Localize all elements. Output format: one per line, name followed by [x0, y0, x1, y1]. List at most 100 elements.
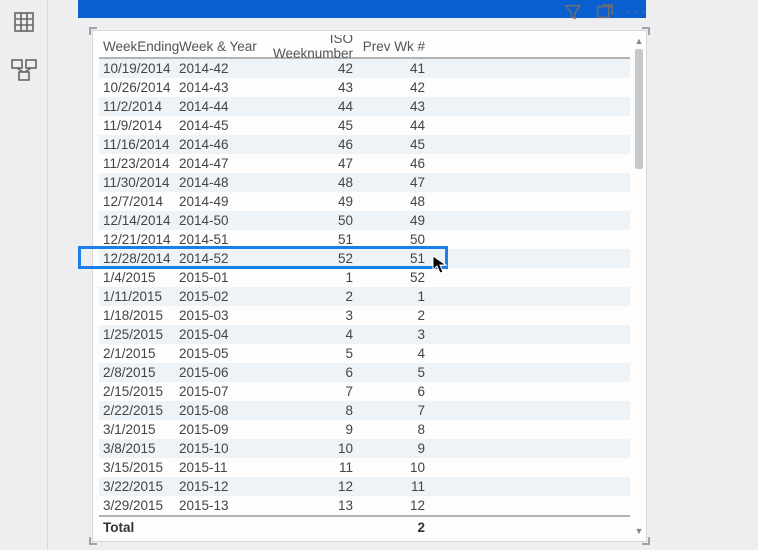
cell-prevwk: 3 [361, 327, 431, 342]
cell-prevwk: 51 [361, 251, 431, 266]
resize-handle-tl[interactable] [89, 27, 97, 35]
table-row[interactable]: 1/11/20152015-0221 [99, 287, 630, 306]
vertical-scrollbar[interactable]: ▲ ▼ [634, 35, 644, 537]
cell-weekyear: 2014-47 [179, 156, 261, 171]
table-row[interactable]: 3/8/20152015-10109 [99, 439, 630, 458]
cell-weekending: 2/1/2015 [99, 346, 179, 361]
cell-prevwk: 12 [361, 498, 431, 513]
cell-weekyear: 2015-10 [179, 441, 261, 456]
model-view-icon[interactable] [10, 56, 38, 84]
cell-weekending: 2/15/2015 [99, 384, 179, 399]
table-row[interactable]: 3/1/20152015-0998 [99, 420, 630, 439]
resize-handle-bl[interactable] [89, 537, 97, 545]
cell-weekyear: 2014-52 [179, 251, 261, 266]
table-total-row: Total 2 [99, 515, 630, 537]
cell-weekyear: 2015-07 [179, 384, 261, 399]
col-header-isoweek[interactable]: ISO Weeknumber [261, 35, 361, 61]
cell-weekending: 3/15/2015 [99, 460, 179, 475]
cell-prevwk: 49 [361, 213, 431, 228]
col-header-weekending[interactable]: WeekEnding [99, 39, 179, 54]
cell-isoweek: 4 [261, 327, 361, 342]
resize-handle-tr[interactable] [642, 27, 650, 35]
cell-weekending: 11/2/2014 [99, 99, 179, 114]
table-row[interactable]: 11/2/20142014-444443 [99, 97, 630, 116]
cell-weekending: 11/9/2014 [99, 118, 179, 133]
cell-prevwk: 41 [361, 61, 431, 76]
table-row[interactable]: 11/9/20142014-454544 [99, 116, 630, 135]
scroll-down-arrow[interactable]: ▼ [634, 525, 644, 537]
cell-isoweek: 1 [261, 270, 361, 285]
cell-isoweek: 8 [261, 403, 361, 418]
cell-isoweek: 2 [261, 289, 361, 304]
cell-weekyear: 2014-43 [179, 80, 261, 95]
cell-prevwk: 7 [361, 403, 431, 418]
table-row[interactable]: 12/7/20142014-494948 [99, 192, 630, 211]
scroll-thumb[interactable] [635, 49, 643, 169]
table-row[interactable]: 1/25/20152015-0443 [99, 325, 630, 344]
cell-prevwk: 2 [361, 308, 431, 323]
table-row[interactable]: 1/4/20152015-01152 [99, 268, 630, 287]
cell-isoweek: 44 [261, 99, 361, 114]
cell-prevwk: 5 [361, 365, 431, 380]
table-row[interactable]: 3/15/20152015-111110 [99, 458, 630, 477]
cell-prevwk: 47 [361, 175, 431, 190]
cell-isoweek: 43 [261, 80, 361, 95]
scroll-up-arrow[interactable]: ▲ [634, 35, 644, 47]
cell-prevwk: 1 [361, 289, 431, 304]
cell-prevwk: 6 [361, 384, 431, 399]
cell-weekyear: 2015-01 [179, 270, 261, 285]
cell-prevwk: 52 [361, 270, 431, 285]
table-row[interactable]: 11/23/20142014-474746 [99, 154, 630, 173]
table-row[interactable]: 1/18/20152015-0332 [99, 306, 630, 325]
cell-weekending: 3/1/2015 [99, 422, 179, 437]
col-header-prevwk[interactable]: Prev Wk # [361, 39, 431, 54]
cell-isoweek: 42 [261, 61, 361, 76]
table-row[interactable]: 2/22/20152015-0887 [99, 401, 630, 420]
table-row[interactable]: 10/19/20142014-424241 [99, 59, 630, 78]
cell-isoweek: 49 [261, 194, 361, 209]
cell-weekyear: 2014-48 [179, 175, 261, 190]
cell-weekyear: 2015-09 [179, 422, 261, 437]
table-header-row[interactable]: WeekEnding Week & Year ISO Weeknumber Pr… [99, 35, 630, 59]
cell-weekyear: 2014-44 [179, 99, 261, 114]
focus-mode-icon[interactable] [594, 1, 616, 23]
resize-handle-br[interactable] [642, 537, 650, 545]
cell-isoweek: 51 [261, 232, 361, 247]
table-row[interactable]: 3/22/20152015-121211 [99, 477, 630, 496]
table-row[interactable]: 2/1/20152015-0554 [99, 344, 630, 363]
table-row[interactable]: 2/8/20152015-0665 [99, 363, 630, 382]
table-row[interactable]: 10/26/20142014-434342 [99, 78, 630, 97]
cell-weekending: 12/28/2014 [99, 251, 179, 266]
col-header-weekyear[interactable]: Week & Year [179, 39, 261, 54]
table-row[interactable]: 3/29/20152015-131312 [99, 496, 630, 515]
cell-weekending: 1/11/2015 [99, 289, 179, 304]
table-row[interactable]: 11/30/20142014-484847 [99, 173, 630, 192]
table-row[interactable]: 12/14/20142014-505049 [99, 211, 630, 230]
cell-weekyear: 2015-06 [179, 365, 261, 380]
cell-isoweek: 50 [261, 213, 361, 228]
cell-weekyear: 2015-02 [179, 289, 261, 304]
cell-isoweek: 12 [261, 479, 361, 494]
cell-prevwk: 45 [361, 137, 431, 152]
table-row[interactable]: 12/21/20142014-515150 [99, 230, 630, 249]
visual-title-bar [78, 0, 646, 18]
table-row[interactable]: 12/28/20142014-525251 [99, 249, 630, 268]
cell-weekyear: 2015-03 [179, 308, 261, 323]
cell-isoweek: 9 [261, 422, 361, 437]
cell-isoweek: 11 [261, 460, 361, 475]
cell-weekending: 11/23/2014 [99, 156, 179, 171]
cell-weekending: 3/22/2015 [99, 479, 179, 494]
cell-prevwk: 46 [361, 156, 431, 171]
cell-isoweek: 48 [261, 175, 361, 190]
cell-prevwk: 8 [361, 422, 431, 437]
data-view-icon[interactable] [10, 8, 38, 36]
filter-icon[interactable] [562, 1, 584, 23]
cell-isoweek: 5 [261, 346, 361, 361]
table-row[interactable]: 2/15/20152015-0776 [99, 382, 630, 401]
more-options-icon[interactable]: ··· [626, 1, 648, 23]
left-view-rail [0, 0, 48, 550]
cell-weekending: 1/18/2015 [99, 308, 179, 323]
cell-weekending: 12/7/2014 [99, 194, 179, 209]
table-row[interactable]: 11/16/20142014-464645 [99, 135, 630, 154]
table-visual[interactable]: ▲ ▼ WeekEnding Week & Year ISO Weeknumbe… [92, 30, 647, 542]
